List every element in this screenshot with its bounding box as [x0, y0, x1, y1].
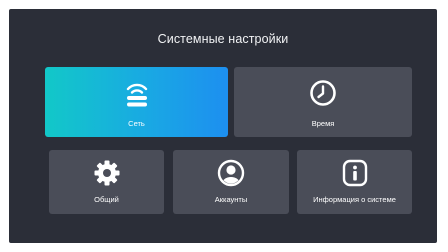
tile-accounts[interactable]: Аккаунты: [173, 150, 289, 214]
tile-network[interactable]: Сеть: [45, 67, 228, 137]
tile-time[interactable]: Время: [234, 67, 412, 137]
user-icon: [217, 159, 245, 192]
page-title: Системные настройки: [157, 32, 289, 46]
tile-general[interactable]: Общий: [49, 150, 164, 214]
tile-general-label: Общий: [94, 195, 119, 204]
gear-icon: [93, 159, 121, 192]
tile-info[interactable]: Информация о системе: [297, 150, 412, 214]
tile-time-label: Время: [311, 119, 335, 128]
tile-accounts-label: Аккаунты: [214, 195, 248, 204]
settings-screen: Системные настройки Сеть Время Общий Акк…: [9, 9, 437, 243]
info-icon: [342, 159, 368, 192]
clock-icon: [309, 79, 337, 112]
router-wifi-icon: [124, 79, 150, 114]
tile-info-label: Информация о системе: [313, 195, 396, 204]
tile-network-label: Сеть: [128, 119, 145, 128]
